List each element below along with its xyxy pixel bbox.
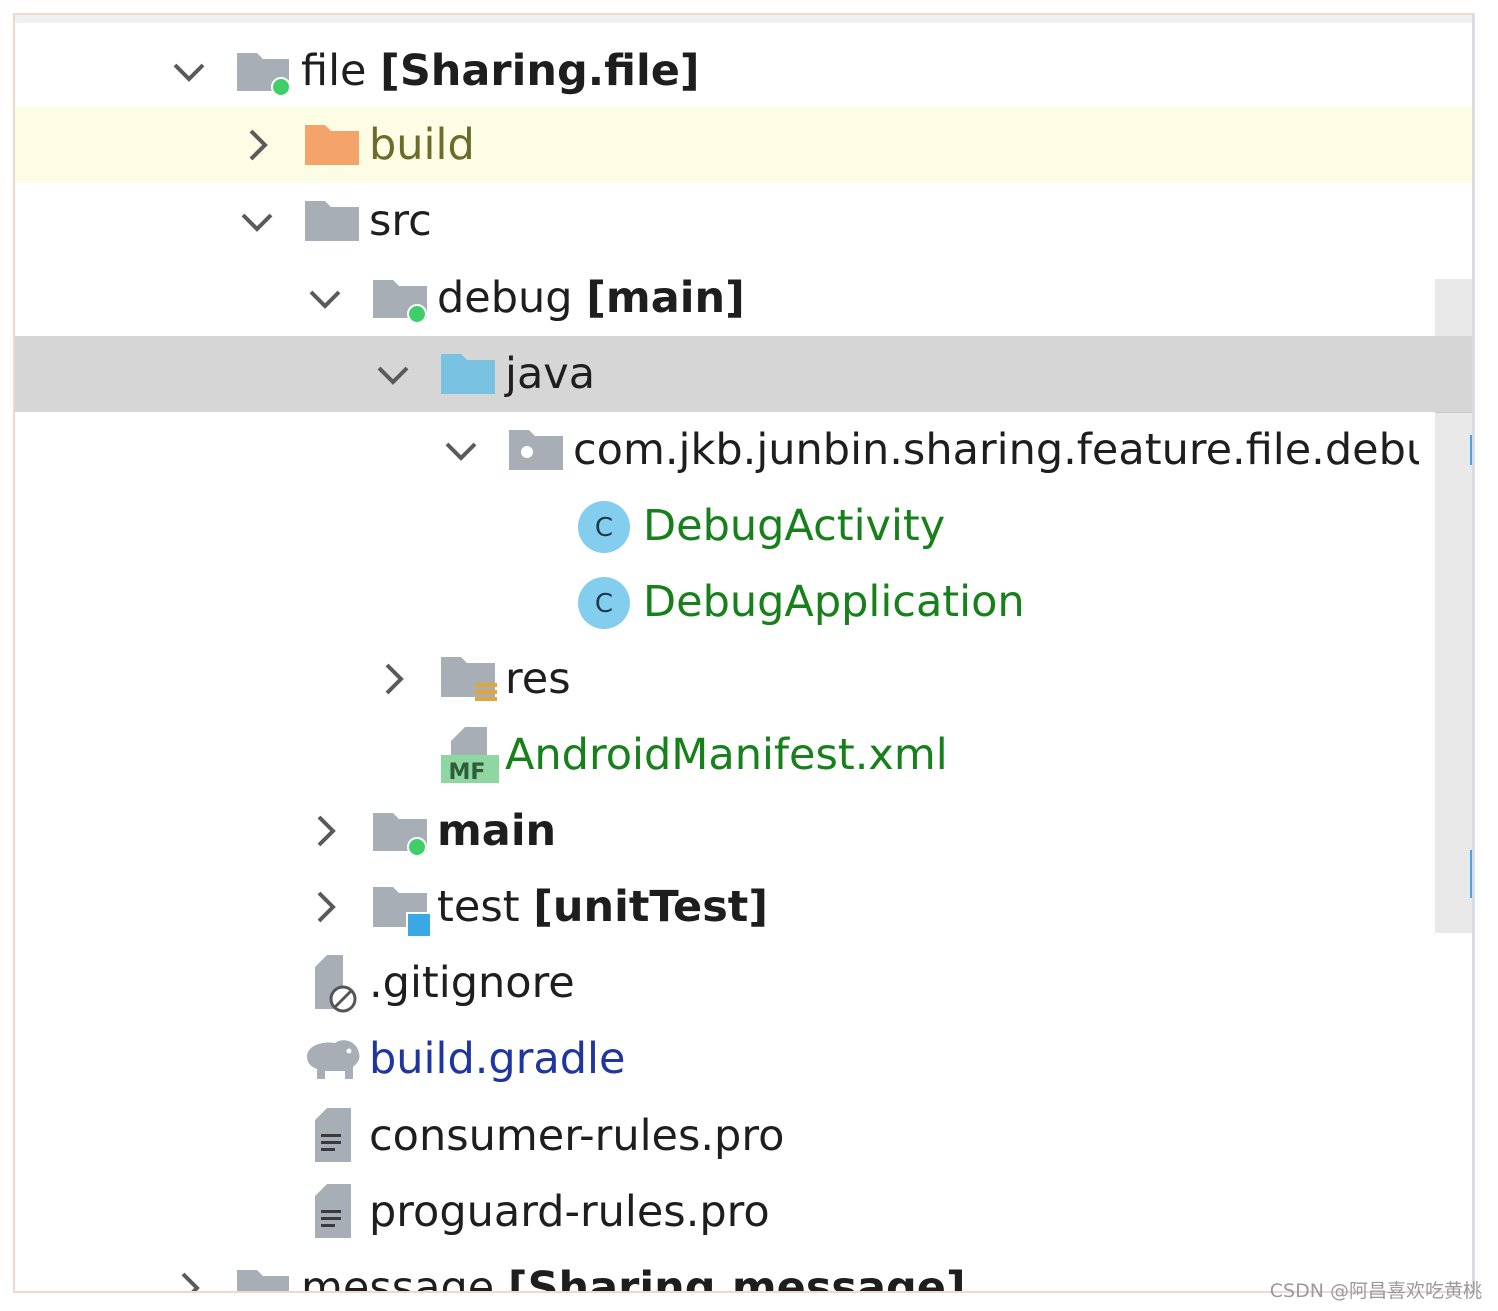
tree-row-build[interactable]: build: [15, 107, 1472, 183]
tree-label: message [Sharing.message]: [301, 1263, 966, 1293]
package-icon: [509, 426, 565, 478]
tree-label: src: [369, 196, 432, 246]
tree-row-message[interactable]: message [Sharing.message]: [15, 1250, 1472, 1293]
tree-row-main[interactable]: main: [15, 793, 1472, 869]
tree-row-src[interactable]: src: [15, 183, 1472, 259]
folder-icon: [305, 197, 361, 249]
tree-label: AndroidManifest.xml: [505, 730, 948, 780]
tree-label: com.jkb.junbin.sharing.feature.file.debu: [573, 425, 1419, 475]
module-folder-icon: [235, 1264, 293, 1291]
test-folder-icon: [373, 883, 433, 943]
gradle-elephant-icon: [303, 1035, 363, 1087]
tree-row-debug-activity[interactable]: C DebugActivity: [15, 488, 1472, 564]
chevron-right-icon[interactable]: [235, 123, 279, 167]
source-set-folder-icon: [373, 807, 431, 861]
chevron-down-icon[interactable]: [439, 428, 483, 472]
source-folder-icon: [441, 350, 497, 402]
text-file-icon: [313, 1184, 355, 1246]
svg-text:MF: MF: [449, 760, 486, 785]
tree-row-gitignore[interactable]: .gitignore: [15, 945, 1472, 1021]
svg-text:C: C: [595, 513, 613, 543]
chevron-down-icon[interactable]: [371, 352, 415, 396]
module-folder-icon: [235, 47, 293, 101]
svg-text:C: C: [595, 589, 613, 619]
tree-label: debug [main]: [437, 273, 745, 323]
resource-folder-icon: [441, 653, 501, 711]
chevron-down-icon[interactable]: [235, 199, 279, 243]
class-icon: C: [577, 576, 631, 634]
chevron-right-icon[interactable]: [371, 657, 415, 701]
chevron-down-icon[interactable]: [167, 49, 211, 93]
chevron-down-icon[interactable]: [303, 276, 347, 320]
tree-row-res[interactable]: res: [15, 641, 1472, 717]
tree-label: DebugActivity: [643, 501, 946, 551]
chevron-right-icon[interactable]: [303, 885, 347, 929]
tree-row-consumer-rules[interactable]: consumer-rules.pro: [15, 1098, 1472, 1174]
tree-label: main: [437, 806, 557, 856]
tree-row-build-gradle[interactable]: build.gradle: [15, 1021, 1472, 1097]
manifest-file-icon: MF: [441, 727, 501, 789]
folder-icon: [305, 121, 361, 173]
tree-label: build.gradle: [369, 1034, 626, 1084]
class-icon: C: [577, 500, 631, 558]
tree-label: test [unitTest]: [437, 882, 769, 932]
tree-row-debug-application[interactable]: C DebugApplication: [15, 564, 1472, 640]
tree-row-package[interactable]: com.jkb.junbin.sharing.feature.file.debu: [15, 412, 1472, 488]
chevron-right-icon[interactable]: [303, 809, 347, 853]
tree-row-android-manifest[interactable]: MF AndroidManifest.xml: [15, 717, 1472, 793]
ignore-file-icon: [309, 955, 363, 1019]
tree-row-proguard-rules[interactable]: proguard-rules.pro: [15, 1174, 1472, 1250]
tree-row-file[interactable]: file [Sharing.file]: [15, 33, 1472, 109]
tree-label: build: [369, 120, 475, 170]
watermark: CSDN @阿昌喜欢吃黄桃: [1269, 1280, 1482, 1302]
tree-label: java: [505, 349, 596, 399]
tree-label: file [Sharing.file]: [301, 46, 700, 96]
tree-row-java[interactable]: java: [15, 336, 1472, 412]
tree-label: res: [505, 654, 571, 704]
text-file-icon: [313, 1108, 355, 1170]
tree-row-test[interactable]: test [unitTest]: [15, 869, 1472, 945]
tree-label: DebugApplication: [643, 577, 1025, 627]
source-set-folder-icon: [373, 274, 431, 328]
tree-label: .gitignore: [369, 958, 575, 1008]
chevron-right-icon[interactable]: [167, 1266, 211, 1291]
tree-label: proguard-rules.pro: [369, 1187, 770, 1237]
panel-top-edge: [15, 15, 1472, 23]
project-tree-panel: file [Sharing.file] build src debug [mai…: [13, 13, 1475, 1293]
tree-label: consumer-rules.pro: [369, 1111, 785, 1161]
tree-row-debug[interactable]: debug [main]: [15, 260, 1472, 336]
